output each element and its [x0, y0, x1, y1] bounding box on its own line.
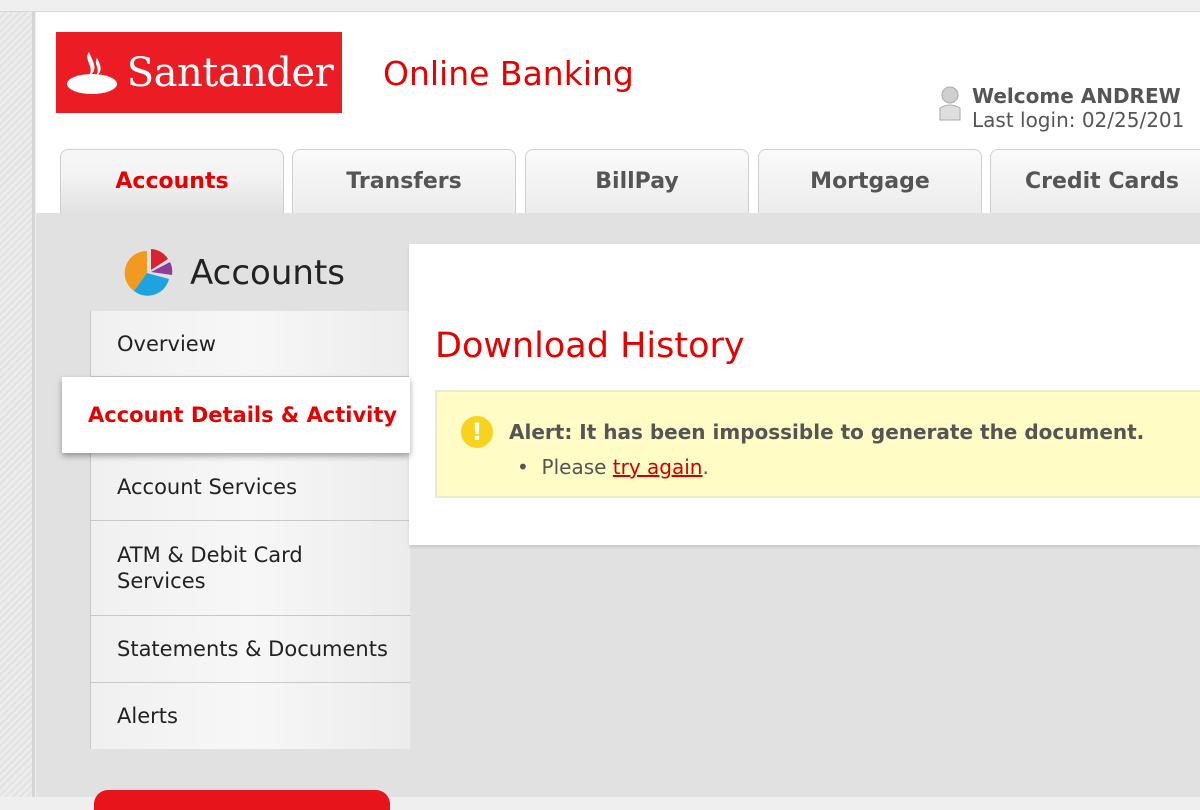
left-gutter	[0, 12, 35, 797]
sidebar-title: Accounts	[190, 253, 345, 293]
santander-logo[interactable]: Santander	[56, 32, 342, 113]
user-info: Welcome ANDREW Last login: 02/25/201	[936, 84, 1184, 132]
pie-chart-icon	[124, 249, 173, 296]
try-again-link[interactable]: try again	[613, 455, 703, 479]
sidebar-header: Accounts	[122, 246, 345, 300]
welcome-text: Welcome ANDREW	[972, 84, 1181, 108]
alert-sub-suffix: .	[702, 455, 709, 479]
sidebar-item-atm-debit[interactable]: ATM & Debit Card Services	[90, 521, 410, 616]
main-tabs: Accounts Transfers BillPay Mortgage Cred…	[36, 149, 1200, 213]
exclamation-icon: !	[461, 416, 493, 448]
sidebar-item-account-details[interactable]: Account Details & Activity	[62, 377, 410, 453]
tab-transfers[interactable]: Transfers	[292, 149, 516, 213]
page: Santander Online Banking Welcome ANDREW …	[36, 12, 1200, 810]
sidebar-item-statements[interactable]: Statements & Documents	[90, 616, 410, 683]
tab-billpay[interactable]: BillPay	[525, 149, 749, 213]
red-action-button[interactable]	[94, 790, 390, 810]
bullet-icon: •	[517, 455, 542, 479]
browser-top-strip	[0, 0, 1200, 12]
alert-message: Alert: It has been impossible to generat…	[509, 420, 1145, 444]
tab-accounts[interactable]: Accounts	[60, 149, 284, 213]
main-panel: Download History ! Alert: It has been im…	[409, 244, 1200, 545]
alert-box: ! Alert: It has been impossible to gener…	[435, 390, 1200, 498]
tab-credit-cards[interactable]: Credit Cards	[990, 149, 1200, 213]
app-title: Online Banking	[383, 54, 634, 93]
user-icon	[939, 86, 961, 121]
logo-text: Santander	[126, 49, 334, 96]
alert-sub-item: • Please try again.	[517, 455, 709, 479]
flame-icon	[66, 51, 117, 94]
page-title: Download History	[435, 326, 745, 366]
last-login-text: Last login: 02/25/201	[972, 108, 1185, 132]
sidebar-item-overview[interactable]: Overview	[90, 311, 410, 377]
alert-sub-prefix: Please	[541, 455, 613, 479]
sidebar-item-account-services[interactable]: Account Services	[90, 453, 410, 521]
sidebar-nav: Overview Account Details & Activity Acco…	[62, 311, 410, 749]
tab-mortgage[interactable]: Mortgage	[758, 149, 982, 213]
sidebar-item-alerts[interactable]: Alerts	[90, 683, 410, 749]
